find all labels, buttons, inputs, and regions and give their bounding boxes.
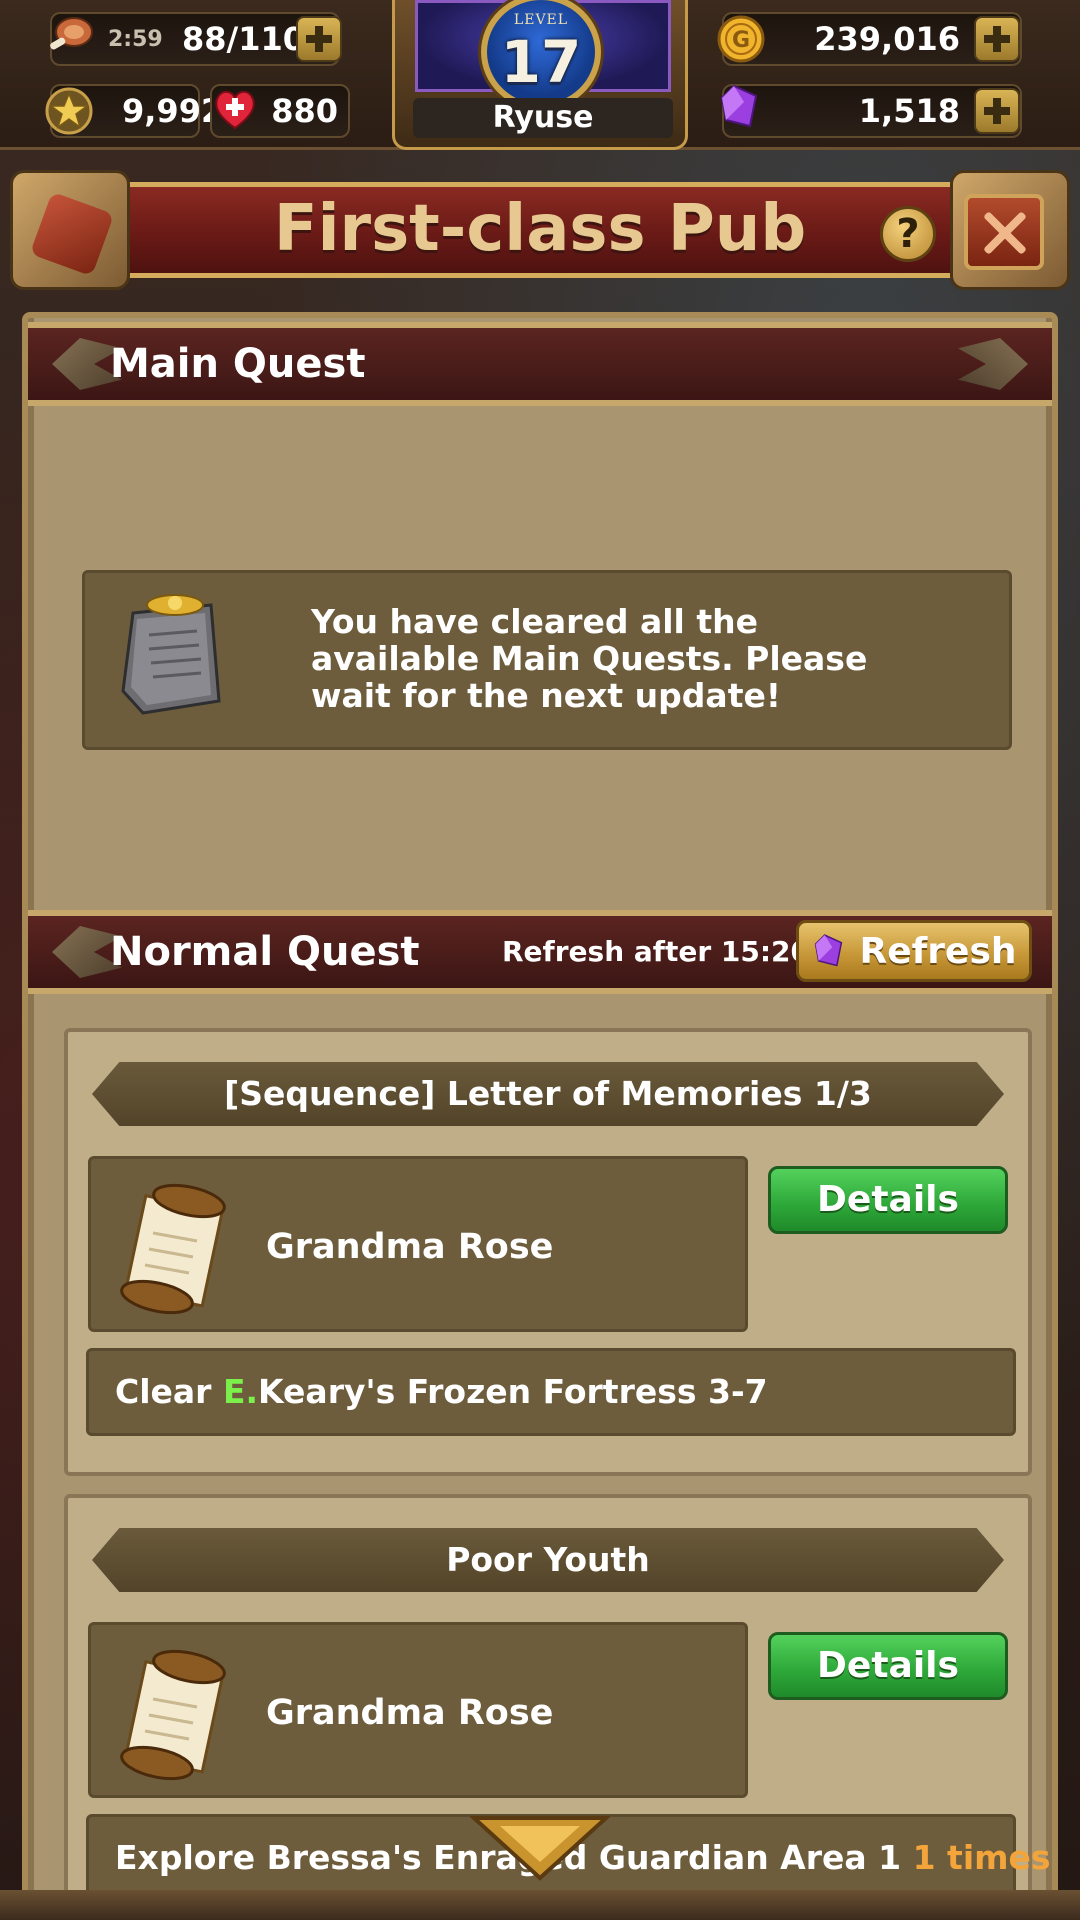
refresh-button[interactable]: Refresh	[796, 920, 1032, 982]
objective-count: 1 times	[912, 1838, 1051, 1877]
objective-highlight: E.	[222, 1372, 259, 1411]
quest-giver-name: Grandma Rose	[266, 1227, 554, 1267]
page-title: First-class Pub	[273, 192, 807, 266]
scroll-icon	[120, 1649, 226, 1781]
panel-body[interactable]: Main Quest You have cleared all the avai…	[28, 318, 1052, 1896]
pub-panel: Main Quest You have cleared all the avai…	[22, 312, 1058, 1902]
quest-giver-box: Grandma Rose	[88, 1622, 748, 1798]
quest-title: [Sequence] Letter of Memories 1/3	[92, 1062, 1004, 1126]
close-button[interactable]	[964, 194, 1044, 270]
scroll-down-arrow-icon[interactable]	[470, 1812, 610, 1882]
hearts-value: 880	[271, 92, 338, 130]
help-button[interactable]: ?	[880, 206, 936, 262]
main-quest-header: Main Quest	[28, 322, 1052, 406]
bottom-frame	[0, 1890, 1080, 1920]
normal-quest-title: Normal Quest	[110, 929, 420, 975]
svg-text:G: G	[732, 28, 750, 53]
level-number: 17	[500, 28, 582, 96]
main-quest-title: Main Quest	[110, 341, 366, 387]
details-button[interactable]: Details	[768, 1166, 1008, 1234]
refresh-timer: Refresh after 15:20	[502, 935, 811, 968]
level-label: LEVEL	[513, 12, 569, 28]
meat-icon	[50, 17, 93, 50]
scroll-icon	[120, 1183, 226, 1315]
honor-value: 9,992	[122, 92, 224, 130]
objective-text: Clear	[115, 1372, 223, 1411]
quest-giver-box: Grandma Rose	[88, 1156, 748, 1332]
stone-tablet-icon	[121, 594, 221, 715]
level-badge[interactable]: LEVEL 17	[481, 0, 601, 110]
star-medal-icon	[45, 87, 93, 135]
purple-gem-icon	[720, 84, 758, 128]
stamina-value: 88/110	[182, 20, 306, 58]
red-gem-icon	[29, 191, 115, 277]
heart-plus-icon	[215, 90, 255, 130]
player-name: Ryuse	[413, 98, 673, 138]
quest-giver-name: Grandma Rose	[266, 1693, 554, 1733]
stamina-timer: 2:59	[108, 26, 163, 52]
add-stamina-button[interactable]	[296, 16, 342, 62]
level-frame: LEVEL 17 Ryuse	[392, 0, 688, 150]
gold-value: 239,016	[814, 20, 960, 58]
details-button[interactable]: Details	[768, 1632, 1008, 1700]
main-quest-message: You have cleared all the available Main …	[311, 602, 868, 715]
add-gems-button[interactable]	[974, 88, 1020, 134]
objective-target: Keary's Frozen Fortress 3-7	[258, 1372, 768, 1411]
header-ornament-right	[958, 338, 1028, 390]
gems-value: 1,518	[858, 92, 960, 130]
add-gold-button[interactable]	[974, 16, 1020, 62]
title-banner: First-class Pub ?	[10, 170, 1070, 290]
top-hud: 2:59 88/110 9,992 880 LEVEL 17 Ryuse 239…	[0, 0, 1080, 150]
normal-quest-header: Normal Quest Refresh after 15:20 Refresh	[28, 910, 1052, 994]
refresh-button-label: Refresh	[859, 930, 1017, 972]
quest-title: Poor Youth	[92, 1528, 1004, 1592]
purple-gem-icon	[815, 934, 843, 967]
quest-objective: Clear E.Keary's Frozen Fortress 3-7	[86, 1348, 1016, 1436]
main-quest-message-box: You have cleared all the available Main …	[82, 570, 1012, 750]
quest-card: [Sequence] Letter of Memories 1/3 Grandm…	[64, 1028, 1032, 1476]
gold-coin-icon: G	[717, 15, 765, 63]
